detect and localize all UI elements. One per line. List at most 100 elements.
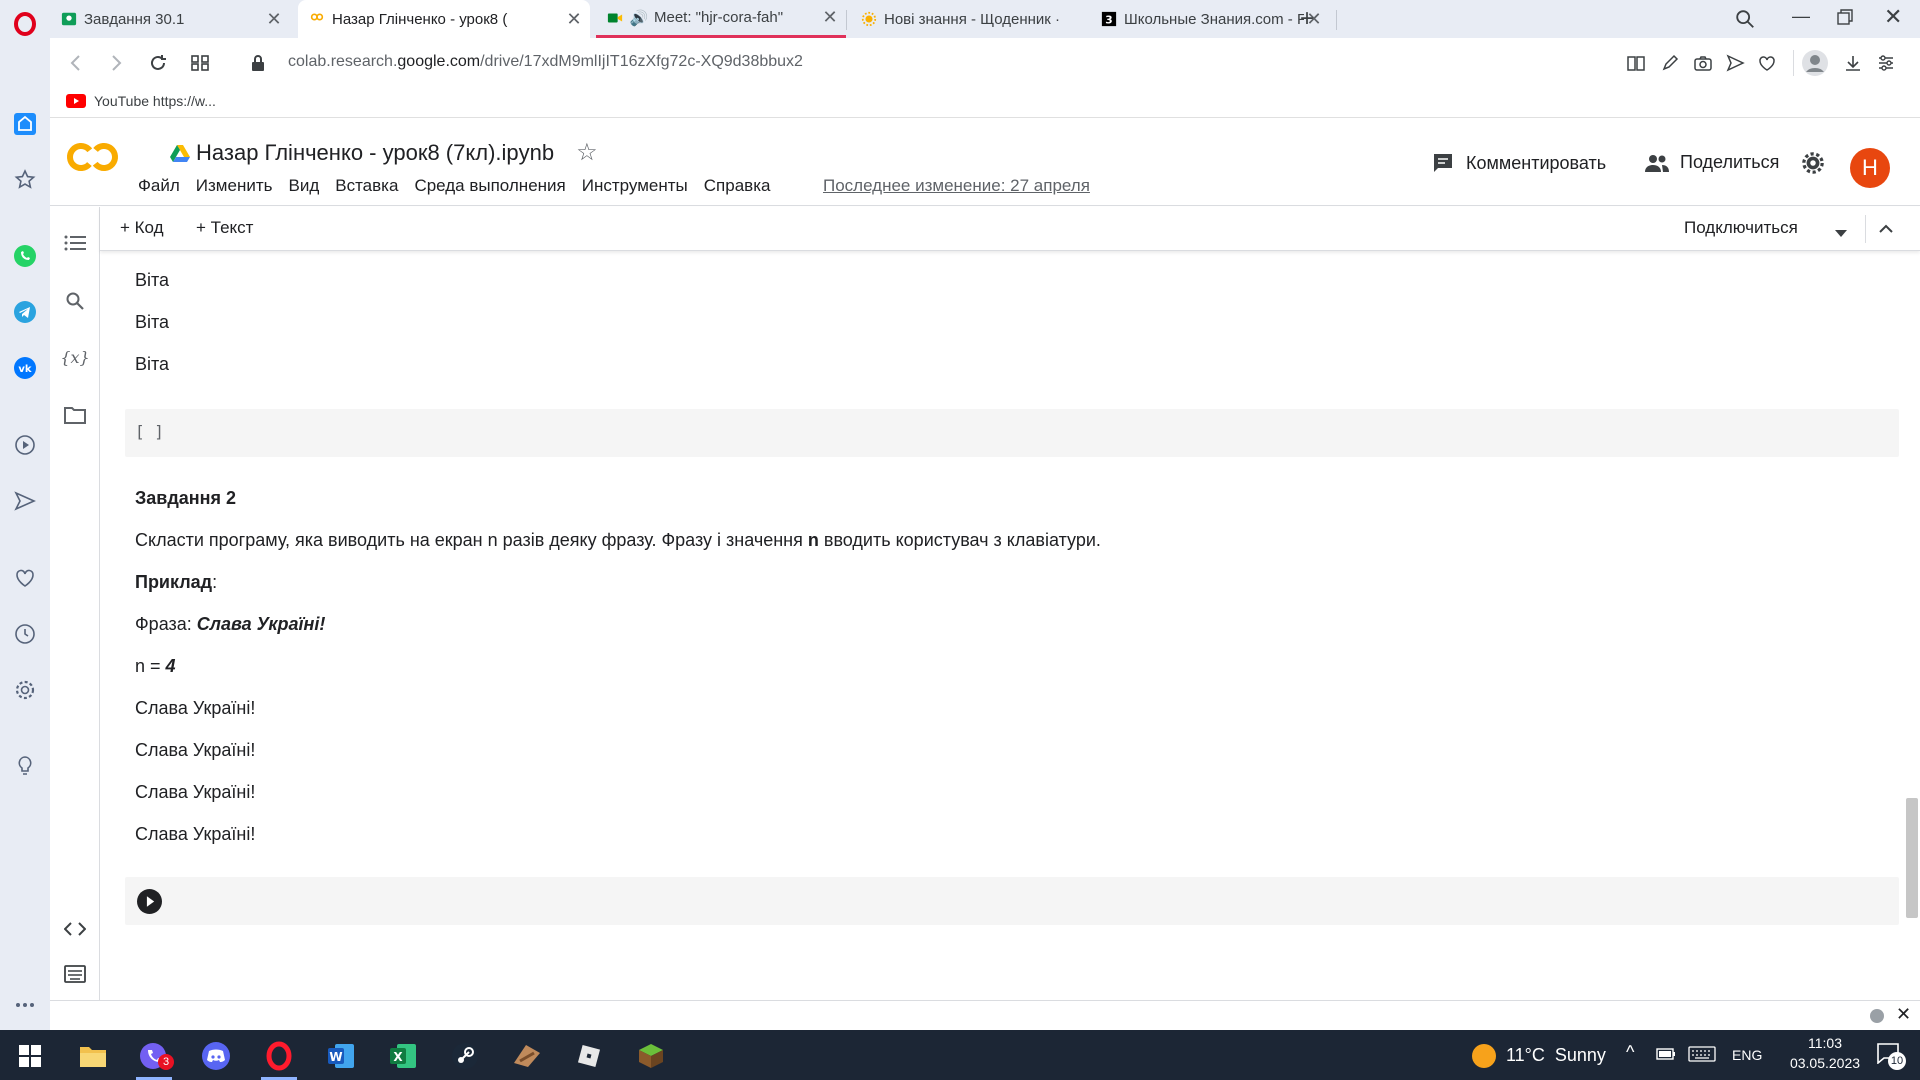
tray-chevron-up-icon[interactable]: ^ bbox=[1626, 1042, 1634, 1063]
collapse-header-icon[interactable] bbox=[1878, 221, 1894, 239]
bookmark-youtube[interactable]: YouTube https://w... bbox=[66, 93, 216, 109]
vk-icon[interactable]: vk bbox=[0, 348, 50, 388]
colab-logo-icon[interactable] bbox=[66, 140, 120, 179]
edit-snapshot-icon[interactable] bbox=[1658, 51, 1682, 75]
forward-arrow-icon[interactable] bbox=[104, 51, 128, 75]
speaker-audio-icon[interactable]: 🔊 bbox=[630, 9, 649, 27]
heart-bookmark-icon[interactable] bbox=[1755, 51, 1779, 75]
battery-icon[interactable] bbox=[1656, 1046, 1676, 1066]
player-icon[interactable] bbox=[0, 425, 50, 465]
minecraft-launcher-icon[interactable] bbox=[505, 1038, 549, 1074]
tab-novi-znannia[interactable]: Нові знання - Щоденник · bbox=[850, 0, 1090, 38]
whatsapp-icon[interactable] bbox=[0, 236, 50, 276]
tab-meet[interactable]: 🔊 Meet: "hjr-cora-fah" ✕ bbox=[596, 0, 846, 38]
add-text-button[interactable]: + Текст bbox=[196, 218, 253, 238]
heart-icon[interactable] bbox=[0, 558, 50, 598]
clock[interactable]: 11:03 03.05.2023 bbox=[1780, 1035, 1870, 1071]
opera-browser-icon[interactable] bbox=[257, 1038, 301, 1080]
empty-code-cell[interactable]: [ ] bbox=[125, 409, 1899, 457]
settings-gear-icon[interactable] bbox=[1802, 152, 1824, 179]
restore-window-icon[interactable] bbox=[1836, 8, 1854, 31]
language-indicator[interactable]: ENG bbox=[1732, 1047, 1762, 1063]
user-avatar[interactable]: Н bbox=[1850, 148, 1890, 188]
menu-tools[interactable]: Инструменты bbox=[582, 176, 688, 196]
comment-button[interactable]: Комментировать bbox=[1432, 152, 1606, 174]
telegram-icon[interactable] bbox=[0, 292, 50, 332]
connect-button[interactable]: Подключиться bbox=[1684, 218, 1798, 238]
add-code-button[interactable]: + Код bbox=[120, 218, 164, 238]
table-of-contents-icon[interactable] bbox=[63, 231, 87, 255]
settings-gear-icon[interactable] bbox=[0, 670, 50, 710]
roblox-icon[interactable] bbox=[567, 1038, 611, 1074]
file-explorer-icon[interactable] bbox=[71, 1038, 115, 1074]
send-arrow-icon[interactable] bbox=[1723, 51, 1747, 75]
code-snippets-icon[interactable] bbox=[63, 917, 87, 941]
lightbulb-icon[interactable] bbox=[0, 746, 50, 786]
bookmarks-star-icon[interactable] bbox=[0, 160, 50, 200]
weather-text[interactable]: 11°C Sunny bbox=[1506, 1045, 1606, 1066]
camera-icon[interactable] bbox=[1691, 51, 1715, 75]
tab-colab[interactable]: Назар Глінченко - урок8 ( ✕ bbox=[298, 0, 590, 38]
viber-icon[interactable]: 3 bbox=[132, 1038, 176, 1080]
notebook-title[interactable]: Назар Глінченко - урок8 (7кл).ipynb ☆ bbox=[170, 138, 598, 167]
search-icon[interactable] bbox=[63, 289, 87, 313]
close-window-icon[interactable]: ✕ bbox=[1884, 4, 1902, 30]
menu-edit[interactable]: Изменить bbox=[196, 176, 273, 196]
colab-toolbar: + Код + Текст Подключиться bbox=[100, 207, 1920, 251]
colab-status-strip: ✕ bbox=[50, 1000, 1920, 1030]
folder-icon[interactable] bbox=[63, 403, 87, 427]
notifications-icon[interactable]: 10 bbox=[1876, 1042, 1906, 1070]
reader-mode-icon[interactable] bbox=[1624, 51, 1648, 75]
word-icon[interactable]: W bbox=[319, 1038, 363, 1074]
excel-icon[interactable]: X bbox=[381, 1038, 425, 1074]
colab-side-rail: {x} bbox=[50, 207, 100, 1000]
task-heading: Завдання 2 bbox=[135, 488, 237, 508]
steam-icon[interactable] bbox=[443, 1038, 487, 1074]
windows-start-icon[interactable] bbox=[8, 1038, 52, 1074]
last-change-link[interactable]: Последнее изменение: 27 апреля bbox=[823, 176, 1090, 196]
minimize-window-icon[interactable]: — bbox=[1792, 6, 1810, 27]
history-clock-icon[interactable] bbox=[0, 614, 50, 654]
run-cell-button[interactable] bbox=[137, 889, 162, 919]
code-cell[interactable] bbox=[125, 877, 1899, 925]
keyboard-icon[interactable] bbox=[1688, 1046, 1716, 1066]
opera-logo-icon[interactable] bbox=[0, 4, 50, 44]
close-status-icon[interactable]: ✕ bbox=[1896, 1004, 1911, 1025]
menu-insert[interactable]: Вставка bbox=[335, 176, 398, 196]
easy-setup-icon[interactable] bbox=[1874, 51, 1898, 75]
variables-icon[interactable]: {x} bbox=[60, 345, 89, 369]
menu-file[interactable]: Файл bbox=[138, 176, 180, 196]
plus-icon: + bbox=[120, 218, 135, 237]
speed-dial-icon[interactable] bbox=[0, 104, 50, 144]
flow-send-icon[interactable] bbox=[0, 481, 50, 521]
back-arrow-icon[interactable] bbox=[64, 51, 88, 75]
command-palette-icon[interactable] bbox=[63, 962, 87, 986]
star-icon[interactable]: ☆ bbox=[576, 138, 598, 167]
tab-search-icon[interactable] bbox=[1734, 8, 1756, 35]
notebook-scrollbar[interactable] bbox=[1906, 798, 1918, 918]
share-button[interactable]: Поделиться bbox=[1644, 152, 1779, 173]
colab-favicon-icon bbox=[308, 10, 326, 28]
tab-close-icon[interactable]: ✕ bbox=[564, 9, 584, 30]
download-icon[interactable] bbox=[1841, 51, 1865, 75]
tab-close-icon[interactable]: ✕ bbox=[264, 9, 284, 30]
tab-zavdannia[interactable]: Завдання 30.1 ✕ bbox=[50, 0, 290, 38]
svg-text:vk: vk bbox=[18, 364, 32, 375]
new-tab-plus-icon[interactable]: + bbox=[1294, 6, 1320, 32]
profile-avatar-icon[interactable] bbox=[1801, 49, 1829, 77]
comment-icon bbox=[1434, 154, 1452, 172]
tab-close-icon[interactable]: ✕ bbox=[820, 7, 840, 28]
menu-view[interactable]: Вид bbox=[288, 176, 319, 196]
minecraft-icon[interactable] bbox=[629, 1038, 673, 1074]
lock-icon[interactable] bbox=[246, 51, 270, 75]
url-field[interactable]: colab.research.google.com/drive/17xdM9ml… bbox=[288, 53, 803, 71]
menu-help[interactable]: Справка bbox=[704, 176, 771, 196]
tab-bar: Завдання 30.1 ✕ Назар Глінченко - урок8 … bbox=[50, 0, 1920, 38]
grid-tabs-icon[interactable] bbox=[188, 51, 212, 75]
discord-icon[interactable] bbox=[194, 1038, 238, 1074]
more-dots-icon[interactable] bbox=[0, 985, 50, 1025]
menu-runtime[interactable]: Среда выполнения bbox=[414, 176, 565, 196]
reload-icon[interactable] bbox=[146, 51, 170, 75]
connect-dropdown-icon[interactable] bbox=[1835, 225, 1847, 243]
output-line: Віта bbox=[135, 312, 170, 332]
